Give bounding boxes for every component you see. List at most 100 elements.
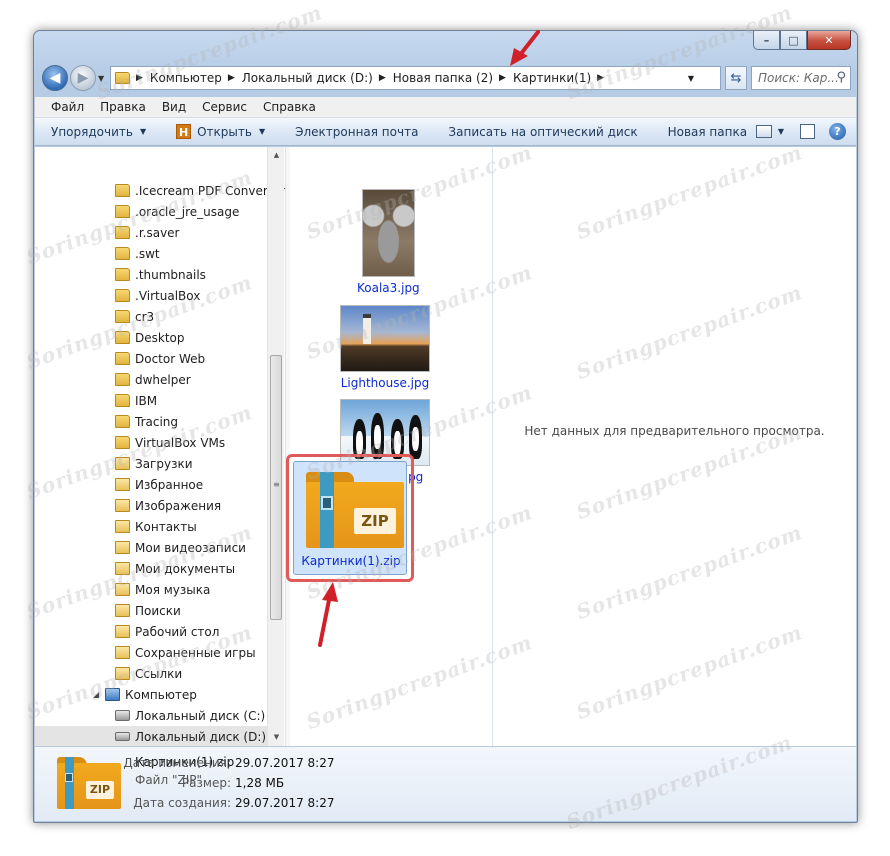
nav-item[interactable]: .swt bbox=[35, 243, 267, 264]
burn-disc-button[interactable]: Записать на оптический диск bbox=[448, 125, 637, 139]
nav-item[interactable]: Сохраненные игры bbox=[35, 642, 267, 663]
nav-item[interactable]: VirtualBox VMs bbox=[35, 432, 267, 453]
breadcrumb-label: Локальный диск (D:) bbox=[241, 71, 373, 85]
nav-item[interactable]: .r.saver bbox=[35, 222, 267, 243]
scroll-up-icon[interactable]: ▲ bbox=[268, 147, 285, 164]
chevron-right-icon[interactable]: ▶ bbox=[597, 73, 604, 83]
special-icon bbox=[115, 499, 130, 512]
open-label: Открыть bbox=[197, 124, 252, 139]
address-history-dropdown-icon[interactable]: ▼ bbox=[688, 74, 694, 83]
menu-view[interactable]: Вид bbox=[154, 100, 194, 114]
file-name: Картинки(1).zip bbox=[301, 554, 401, 568]
nav-item[interactable]: Поиски bbox=[35, 600, 267, 621]
nav-item[interactable]: ◢ Компьютер bbox=[35, 684, 267, 705]
email-button[interactable]: Электронная почта bbox=[295, 125, 418, 139]
modified-value[interactable]: 29.07.2017 8:27 bbox=[235, 756, 334, 770]
nav-item[interactable]: Локальный диск (C:) bbox=[35, 705, 267, 726]
navigation-row: ◀ ▶ ▼ ▶ Компьютер ▶ Локальный диск (D:) ▶ … bbox=[40, 64, 851, 92]
nav-item-label: Мои документы bbox=[135, 561, 236, 576]
nav-item[interactable]: Загрузки bbox=[35, 453, 267, 474]
command-bar: Упорядочить ▼ H Открыть ▼ Электронная почта… bbox=[35, 118, 856, 146]
nav-item[interactable]: Desktop bbox=[35, 327, 267, 348]
nav-item[interactable]: Моя музыка bbox=[35, 579, 267, 600]
nav-item-label: Загрузки bbox=[135, 456, 193, 471]
view-options-dropdown[interactable]: ▼ bbox=[778, 127, 784, 136]
chevron-right-icon[interactable]: ▶ bbox=[499, 73, 506, 83]
address-bar[interactable]: ▶ Компьютер ▶ Локальный диск (D:) ▶ Новая … bbox=[110, 66, 721, 90]
nav-item[interactable]: Контакты bbox=[35, 516, 267, 537]
nav-item[interactable]: IBM bbox=[35, 390, 267, 411]
menu-edit[interactable]: Правка bbox=[92, 100, 154, 114]
nav-item[interactable]: .Icecream PDF Converter bbox=[35, 180, 285, 201]
folder-icon bbox=[115, 205, 130, 218]
close-button[interactable]: ✕ bbox=[807, 31, 851, 50]
file-item[interactable]: Lighthouse.jpg bbox=[340, 305, 430, 390]
nav-item[interactable]: Мои видеозаписи bbox=[35, 537, 267, 558]
nav-item[interactable]: Tracing bbox=[35, 411, 267, 432]
file-item[interactable]: Koala3.jpg bbox=[357, 189, 420, 295]
organize-label: Упорядочить bbox=[51, 124, 133, 139]
open-button[interactable]: H Открыть ▼ bbox=[176, 124, 265, 139]
breadcrumb-root-arrow[interactable]: ▶ bbox=[136, 73, 150, 83]
search-input[interactable]: Поиск: Кар... ⚲ bbox=[751, 66, 851, 90]
menu-file[interactable]: Файл bbox=[43, 100, 92, 114]
menu-help[interactable]: Справка bbox=[255, 100, 324, 114]
nav-item[interactable]: Локальный диск (D:) bbox=[35, 726, 267, 746]
file-item-selected[interactable]: ZIP Картинки(1).zip bbox=[293, 461, 407, 575]
nav-item-label: .swt bbox=[135, 246, 160, 261]
scroll-down-icon[interactable]: ▼ bbox=[268, 729, 285, 746]
nav-item[interactable]: Избранное bbox=[35, 474, 267, 495]
chevron-right-icon[interactable]: ▶ bbox=[379, 73, 386, 83]
nav-item-label: Изображения bbox=[135, 498, 222, 513]
breadcrumb-computer[interactable]: Компьютер ▶ bbox=[150, 71, 242, 85]
folder-icon bbox=[115, 310, 130, 323]
nav-item[interactable]: cr3 bbox=[35, 306, 267, 327]
created-value[interactable]: 29.07.2017 8:27 bbox=[235, 796, 334, 810]
minimize-button[interactable]: – bbox=[753, 31, 780, 50]
hamster-app-icon: H bbox=[176, 124, 192, 139]
screenshot: – □ ✕ ◀ ▶ ▼ ▶ Компьютер ▶ Локальный диск … bbox=[0, 0, 890, 856]
created-label: Дата создания: bbox=[133, 796, 231, 810]
chevron-down-icon: ▼ bbox=[139, 127, 147, 136]
scrollbar-thumb[interactable]: ≡ bbox=[270, 355, 282, 620]
nav-item[interactable]: Изображения bbox=[35, 495, 267, 516]
back-button[interactable]: ◀ bbox=[42, 65, 68, 91]
nav-item[interactable]: .oracle_jre_usage bbox=[35, 201, 267, 222]
nav-item-label: .r.saver bbox=[135, 225, 180, 240]
new-folder-button[interactable]: Новая папка bbox=[668, 125, 747, 139]
nav-item[interactable]: .VirtualBox bbox=[35, 285, 267, 306]
details-pane: ZIP Картинки(1).zip Файл "ZIP" Дата изме… bbox=[35, 746, 856, 821]
breadcrumb-kartinki-1[interactable]: Картинки(1) ▶ bbox=[513, 71, 611, 85]
nav-item[interactable]: Doctor Web bbox=[35, 348, 267, 369]
breadcrumb-new-folder-2[interactable]: Новая папка (2) ▶ bbox=[393, 71, 513, 85]
expand-icon[interactable]: ◢ bbox=[93, 690, 99, 699]
help-icon[interactable]: ? bbox=[829, 123, 846, 140]
nav-item[interactable]: Рабочий стол bbox=[35, 621, 267, 642]
details-size-row: Размер: 1,28 МБ bbox=[121, 776, 284, 790]
navigation-scrollbar[interactable]: ▲ ≡ ▼ bbox=[267, 147, 284, 746]
nav-item[interactable]: Ссылки bbox=[35, 663, 267, 684]
chevron-right-icon[interactable]: ▶ bbox=[228, 73, 235, 83]
nav-item[interactable]: Мои документы bbox=[35, 558, 267, 579]
file-name: Lighthouse.jpg bbox=[340, 376, 430, 390]
nav-item[interactable]: dwhelper bbox=[35, 369, 267, 390]
nav-item-label: Tracing bbox=[135, 414, 179, 429]
search-icon[interactable]: ⚲ bbox=[836, 70, 846, 85]
menu-tools[interactable]: Сервис bbox=[194, 100, 255, 114]
maximize-button[interactable]: □ bbox=[780, 31, 807, 50]
nav-item[interactable]: .thumbnails bbox=[35, 264, 267, 285]
change-view-icon[interactable] bbox=[755, 125, 772, 138]
zip-tag: ZIP bbox=[86, 781, 114, 799]
preview-pane-toggle-icon[interactable] bbox=[800, 124, 815, 139]
details-created-row: Дата создания: 29.07.2017 8:27 bbox=[121, 796, 334, 810]
navigation-tree: .Icecream PDF Converter .oracle_jre_usage… bbox=[35, 180, 285, 746]
forward-button[interactable]: ▶ bbox=[70, 65, 96, 91]
folder-icon bbox=[115, 184, 130, 197]
refresh-button[interactable]: ⇆ bbox=[725, 66, 747, 90]
breadcrumb-drive-d[interactable]: Локальный диск (D:) ▶ bbox=[242, 71, 393, 85]
recent-pages-dropdown-icon[interactable]: ▼ bbox=[98, 74, 104, 83]
koala-thumbnail bbox=[361, 189, 415, 277]
organize-button[interactable]: Упорядочить ▼ bbox=[51, 125, 146, 139]
folder-icon bbox=[115, 415, 130, 428]
zip-tag: ZIP bbox=[354, 508, 396, 534]
